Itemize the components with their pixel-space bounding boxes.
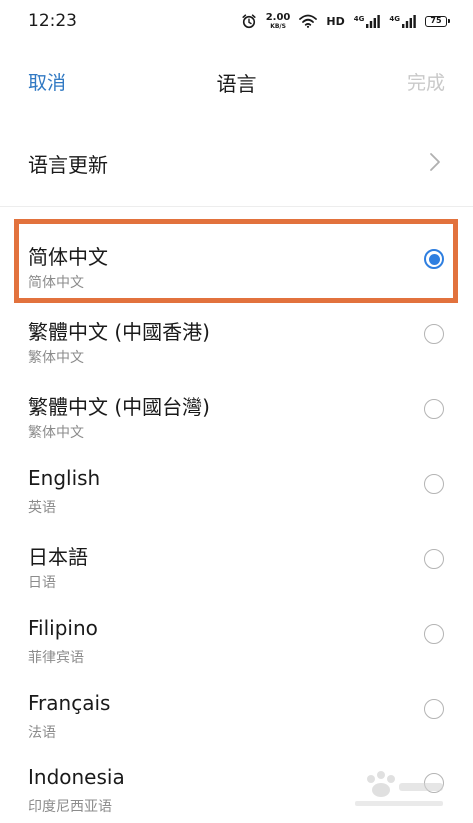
language-name: 日本語 — [28, 545, 88, 569]
section-divider — [0, 206, 473, 207]
language-name: Indonesia — [28, 765, 125, 789]
sim1-signal: 4G — [353, 14, 381, 28]
language-name: Français — [28, 691, 111, 715]
hd-label: HD — [326, 14, 345, 28]
language-item-filipino[interactable]: Filipino 菲律宾语 — [0, 597, 473, 672]
battery-level: 75 — [430, 16, 442, 25]
language-name: English — [28, 466, 101, 490]
done-button[interactable]: 完成 — [407, 68, 445, 95]
radio-unselected-icon[interactable] — [424, 624, 444, 644]
language-native-name: 繁体中文 — [28, 425, 84, 441]
net-speed-unit: KB/S — [270, 22, 286, 30]
radio-unselected-icon[interactable] — [424, 324, 444, 344]
language-native-name: 菲律宾语 — [28, 650, 84, 666]
language-name: 繁體中文 (中國香港) — [28, 320, 210, 344]
radio-unselected-icon[interactable] — [424, 773, 444, 793]
language-update-row[interactable]: 语言更新 — [0, 125, 473, 199]
language-item-simplified-chinese[interactable]: 简体中文 简体中文 — [0, 222, 473, 297]
battery-icon: 75 — [425, 15, 450, 27]
sim1-tag: 4G — [353, 14, 365, 23]
language-native-name: 英语 — [28, 500, 56, 516]
net-speed: 2.00 KB/S — [265, 11, 291, 30]
language-item-traditional-chinese-tw[interactable]: 繁體中文 (中國台灣) 繁体中文 — [0, 372, 473, 447]
language-native-name: 繁体中文 — [28, 350, 84, 366]
radio-unselected-icon[interactable] — [424, 399, 444, 419]
wifi-icon — [299, 14, 318, 28]
language-item-french[interactable]: Français 法语 — [0, 672, 473, 747]
language-native-name: 日语 — [28, 575, 56, 591]
language-native-name: 简体中文 — [28, 275, 84, 291]
language-name: 简体中文 — [28, 245, 108, 269]
language-native-name: 法语 — [28, 725, 56, 741]
sim2-signal: 4G — [389, 14, 416, 28]
language-name: 繁體中文 (中國台灣) — [28, 395, 210, 419]
net-speed-value: 2.00 — [265, 11, 291, 23]
language-native-name: 印度尼西亚语 — [28, 799, 112, 815]
language-name: Filipino — [28, 616, 98, 640]
status-bar: 12:23 2.00 KB/S HD 4G 4G 75 — [0, 0, 473, 42]
radio-selected-icon[interactable] — [424, 249, 444, 269]
cancel-button[interactable]: 取消 — [28, 68, 66, 95]
signal-icon — [366, 14, 381, 28]
page-title: 语言 — [216, 72, 257, 96]
language-item-english[interactable]: English 英语 — [0, 447, 473, 522]
signal-icon — [402, 14, 416, 28]
sim2-tag: 4G — [389, 14, 400, 23]
title-bar: 取消 语言 完成 — [0, 50, 473, 112]
language-update-label: 语言更新 — [28, 153, 108, 177]
alarm-icon — [242, 14, 256, 29]
language-settings-screen: 12:23 2.00 KB/S HD 4G 4G 75 取消 语言 完成 语言更… — [0, 0, 473, 823]
radio-unselected-icon[interactable] — [424, 699, 444, 719]
radio-unselected-icon[interactable] — [424, 474, 444, 494]
language-item-traditional-chinese-hk[interactable]: 繁體中文 (中國香港) 繁体中文 — [0, 297, 473, 372]
status-time: 12:23 — [28, 11, 77, 31]
radio-unselected-icon[interactable] — [424, 549, 444, 569]
language-item-japanese[interactable]: 日本語 日语 — [0, 522, 473, 597]
language-item-indonesian[interactable]: Indonesia 印度尼西亚语 — [0, 746, 473, 821]
chevron-right-icon — [430, 153, 440, 171]
status-icons: 2.00 KB/S HD 4G 4G 75 — [241, 10, 450, 32]
